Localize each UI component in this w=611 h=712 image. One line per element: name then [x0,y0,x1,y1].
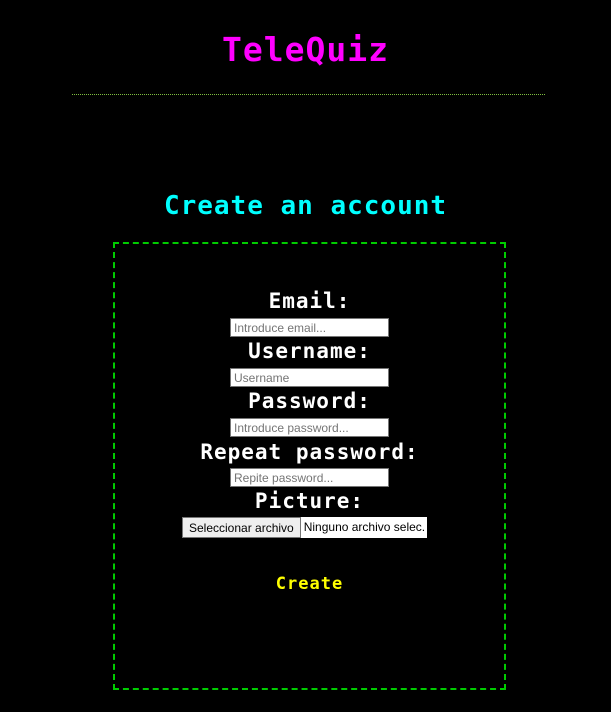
site-title: TeleQuiz [222,30,389,69]
username-field[interactable] [230,368,389,387]
select-file-button[interactable]: Seleccionar archivo [182,517,301,538]
password-label: Password: [248,389,371,413]
email-label: Email: [268,289,351,313]
password-field[interactable] [230,418,389,437]
repeat-password-field[interactable] [230,468,389,487]
username-label: Username: [248,339,371,363]
title-divider [72,94,545,95]
repeat-password-label: Repeat password: [200,440,419,464]
signup-form: Email: Username: Password: Repeat passwo… [113,242,506,690]
file-status-text: Ninguno archivo selec. [300,517,427,538]
picture-label: Picture: [254,489,365,513]
create-button[interactable]: Create [115,573,504,595]
email-field[interactable] [230,318,389,337]
page: TeleQuiz Create an account Email: Userna… [0,0,611,712]
picture-file-picker[interactable]: Seleccionar archivo Ninguno archivo sele… [182,517,438,538]
form-heading: Create an account [163,191,448,221]
